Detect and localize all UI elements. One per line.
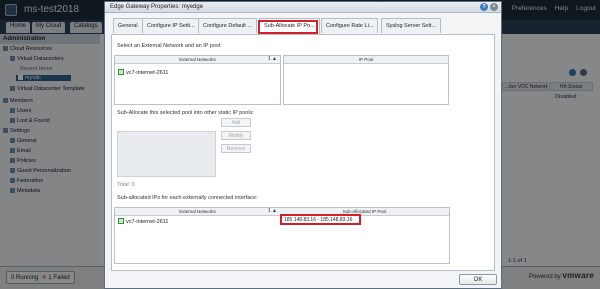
column-header-ip-pool[interactable]: IP Pool — [284, 56, 448, 64]
tab-configure-rate-limits[interactable]: Configure Rate Li... — [321, 18, 379, 33]
total-count: Total: 0 — [117, 182, 135, 188]
external-networks-grid: External Networks 1 ▲ — [114, 55, 281, 105]
ip-pool-grid: IP Pool — [283, 55, 449, 105]
select-prompt: Select an External Network and an IP poo… — [117, 43, 222, 49]
network-icon — [118, 218, 124, 224]
tab-general[interactable]: General — [113, 18, 143, 33]
tab-sub-allocate-ip-pools[interactable]: Sub-Allocate IP Po... — [259, 18, 320, 34]
column-header-sub-external-networks[interactable]: External Networks 1 ▲ — [115, 208, 280, 216]
ok-button[interactable]: OK — [459, 274, 497, 285]
remove-button[interactable]: Remove — [221, 144, 251, 153]
modify-button[interactable]: Modify — [221, 131, 251, 140]
sub-allocated-ip-pool-value[interactable]: 185.148.83.16 - 185.148.83.16 — [280, 214, 361, 225]
sub-allocate-prompt: Sub-Allocate this selected pool into oth… — [117, 110, 254, 116]
help-icon[interactable]: ? — [480, 3, 488, 11]
dialog-title: Edge Gateway Properties: myedge — [110, 4, 204, 10]
sort-asc-icon: 1 ▲ — [267, 208, 277, 214]
sub-allocated-row-network[interactable]: vc7-internet-2611 — [118, 218, 168, 225]
tab-syslog-server-settings[interactable]: Syslog Server Sett... — [381, 18, 442, 33]
static-ip-pools-list[interactable] — [117, 131, 216, 177]
tab-configure-default[interactable]: Configure Default ... — [198, 18, 257, 33]
close-icon[interactable]: × — [490, 3, 498, 11]
network-icon — [118, 69, 124, 75]
column-header-external-networks[interactable]: External Networks 1 ▲ — [115, 56, 280, 64]
external-network-row[interactable]: vc7-internet-2611 — [118, 69, 168, 76]
tab-configure-ip-settings[interactable]: Configure IP Setti... — [142, 18, 200, 33]
sort-asc-icon: 1 ▲ — [267, 56, 277, 62]
dialog-titlebar: Edge Gateway Properties: myedge ? × — [105, 2, 501, 13]
sub-allocated-label: Sub-allocated IPs for each externally co… — [117, 195, 258, 201]
add-button[interactable]: Add — [221, 118, 251, 127]
